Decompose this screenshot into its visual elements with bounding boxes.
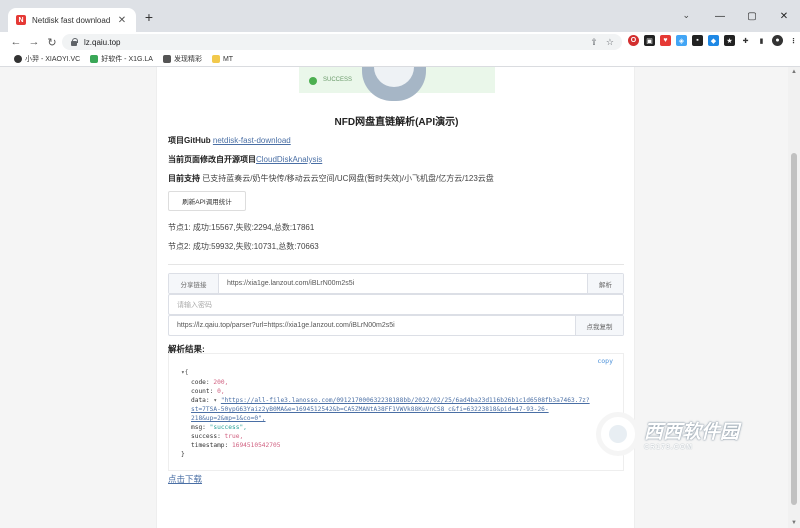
site-watermark: 西西软件园 CR173.COM [596,410,782,458]
extension-icon[interactable]: ◈ [676,35,687,46]
bookmark-favicon-icon [162,55,171,63]
json-success-line: success: true, [191,433,244,440]
modified-line: 当前页面修改自开源项目CloudDiskAnalysis [168,155,323,164]
close-window-button[interactable]: ✕ [768,0,800,32]
share-link-group: 分享链接 https://xia1ge.lanzout.com/iBLrN00m… [168,273,624,294]
copy-json-button[interactable]: copy [597,357,613,365]
page-viewport: SUCCESS NFD网盘直链解析(API演示) 项目GitHub netdis… [0,67,800,528]
refresh-stats-button[interactable]: 刷新API调用统计 [168,191,246,211]
scroll-down-arrow-icon[interactable]: ▼ [791,520,797,526]
tab-strip: N Netdisk fast download ✕ + ⌄ — ▢ ✕ [0,0,800,32]
copy-url-button[interactable]: 点我复制 [575,316,623,335]
extension-icons: O ▣ ♥ ◈ ▪ ◆ ★ ✚ ▮ ● ⋮ [628,35,799,46]
menu-kebab-icon[interactable]: ⋮ [788,35,799,46]
scrollbar-thumb[interactable] [791,153,797,505]
json-msg-line: msg: "success", [191,424,247,431]
bookmark-favicon-icon [90,55,99,63]
forward-arrow-icon[interactable]: → [26,34,42,50]
extension-icon[interactable]: ◆ [708,35,719,46]
json-timestamp-line: timestamp: 1694510542705 [191,442,281,449]
extension-icon[interactable]: ▪ [692,35,703,46]
watermark-main-text: 西西软件园 [644,422,740,443]
banner-status: SUCCESS [323,77,353,83]
json-code-line: code: 200, [191,379,229,386]
share-link-addon: 分享链接 [169,274,219,293]
json-open-brace[interactable]: ▾{ [181,369,188,376]
node2-stats: 节点2: 成功:59932,失败:10731,总数:70663 [168,242,319,251]
profile-avatar-icon[interactable]: ● [772,35,783,46]
reload-icon[interactable]: ↻ [44,34,60,50]
node1-stats: 节点1: 成功:15567,失败:2294,总数:17861 [168,223,315,232]
divider [168,264,624,265]
github-link[interactable]: netdisk-fast-download [213,136,291,145]
source-project-link[interactable]: CloudDiskAnalysis [256,155,322,164]
share-icon[interactable]: ⇪ [590,37,598,48]
json-result-viewer: copy ▾{ code: 200, count: 0, data: ▾ "ht… [168,353,624,471]
download-link[interactable]: 点击下载 [168,473,202,485]
address-bar[interactable]: lz.qaiu.top ⇪ ☆ [62,34,622,50]
lock-icon[interactable] [70,38,78,46]
api-url-group: https://lz.qaiu.top/parser?url=https://x… [168,315,624,336]
bookmarks-bar: 小羿 - XIAOYI.VC 好软件 - X1G.LA 发现精彩 MT [0,52,800,67]
browser-toolbar: ← → ↻ lz.qaiu.top ⇪ ☆ O ▣ ♥ ◈ ▪ ◆ ★ ✚ ▮ … [0,32,800,52]
opera-extension-icon[interactable]: O [628,35,639,46]
tab-title: Netdisk fast download [32,15,111,25]
extension-icon[interactable]: ♥ [660,35,671,46]
json-count-line: count: 0, [191,388,225,395]
browser-tab[interactable]: N Netdisk fast download ✕ [8,8,136,32]
json-data-line: data: ▾ "https://all-file3.lanosso.com/0… [191,397,590,404]
password-input[interactable]: 请输入密码 [169,295,623,314]
main-card: SUCCESS NFD网盘直链解析(API演示) 项目GitHub netdis… [156,67,635,528]
support-line: 目前支持 已支持蓝奏云/奶牛快传/移动云云空间/UC网盘(暂时失效)/小飞机盘/… [168,174,494,183]
scroll-up-arrow-icon[interactable]: ▲ [791,69,797,75]
download-url-link[interactable]: "https://all-file3.lanosso.com/091217000… [221,397,590,404]
parse-button[interactable]: 解析 [587,274,623,293]
page-scrollbar[interactable]: ▲ ▼ [788,67,800,528]
github-line: 项目GitHub netdisk-fast-download [168,136,291,145]
folder-icon [211,55,220,63]
json-close-brace: } [181,451,185,458]
bookmark-item[interactable]: 好软件 - X1G.LA [90,54,153,64]
tab-favicon-icon: N [16,15,26,25]
page-title: NFD网盘直链解析(API演示) [334,117,459,128]
back-arrow-icon[interactable]: ← [8,34,24,50]
watermark-sub-text: CR173.COM [644,444,694,451]
json-data-line-cont: st=7TSA-50ypG63Yaiz2yB0MA&e=1694512542&b… [191,406,549,413]
api-url-input[interactable]: https://lz.qaiu.top/parser?url=https://x… [169,316,575,335]
extension-icon[interactable]: ▣ [644,35,655,46]
extension-icon[interactable]: ★ [724,35,735,46]
json-data-line-cont: 218&up=2&mp=1&co=0", [191,415,266,422]
maximize-button[interactable]: ▢ [736,0,768,32]
check-circle-icon [309,77,317,85]
share-link-input[interactable]: https://xia1ge.lanzout.com/iBLrN00m2s5i [219,274,587,293]
data-expand-toggle[interactable]: ▾ [213,397,217,404]
bookmark-star-icon[interactable]: ☆ [606,37,614,48]
tab-close-icon[interactable]: ✕ [116,15,128,26]
bookmark-item[interactable]: 发现精彩 [162,54,202,64]
mascot-image [362,67,426,101]
puzzle-extensions-icon[interactable]: ✚ [740,35,751,46]
bookmark-item[interactable]: 小羿 - XIAOYI.VC [14,54,80,64]
window-controls: — ▢ ✕ [704,0,800,32]
bookmark-folder[interactable]: MT [211,55,233,63]
address-url[interactable]: lz.qaiu.top [84,38,120,47]
tab-search-chevron-icon[interactable]: ⌄ [682,10,690,21]
bookmark-favicon-icon [14,55,22,63]
password-group: 请输入密码 [168,294,624,315]
side-panel-icon[interactable]: ▮ [756,35,767,46]
new-tab-button[interactable]: + [142,10,156,24]
watermark-logo-icon [596,412,640,456]
minimize-button[interactable]: — [704,0,736,32]
